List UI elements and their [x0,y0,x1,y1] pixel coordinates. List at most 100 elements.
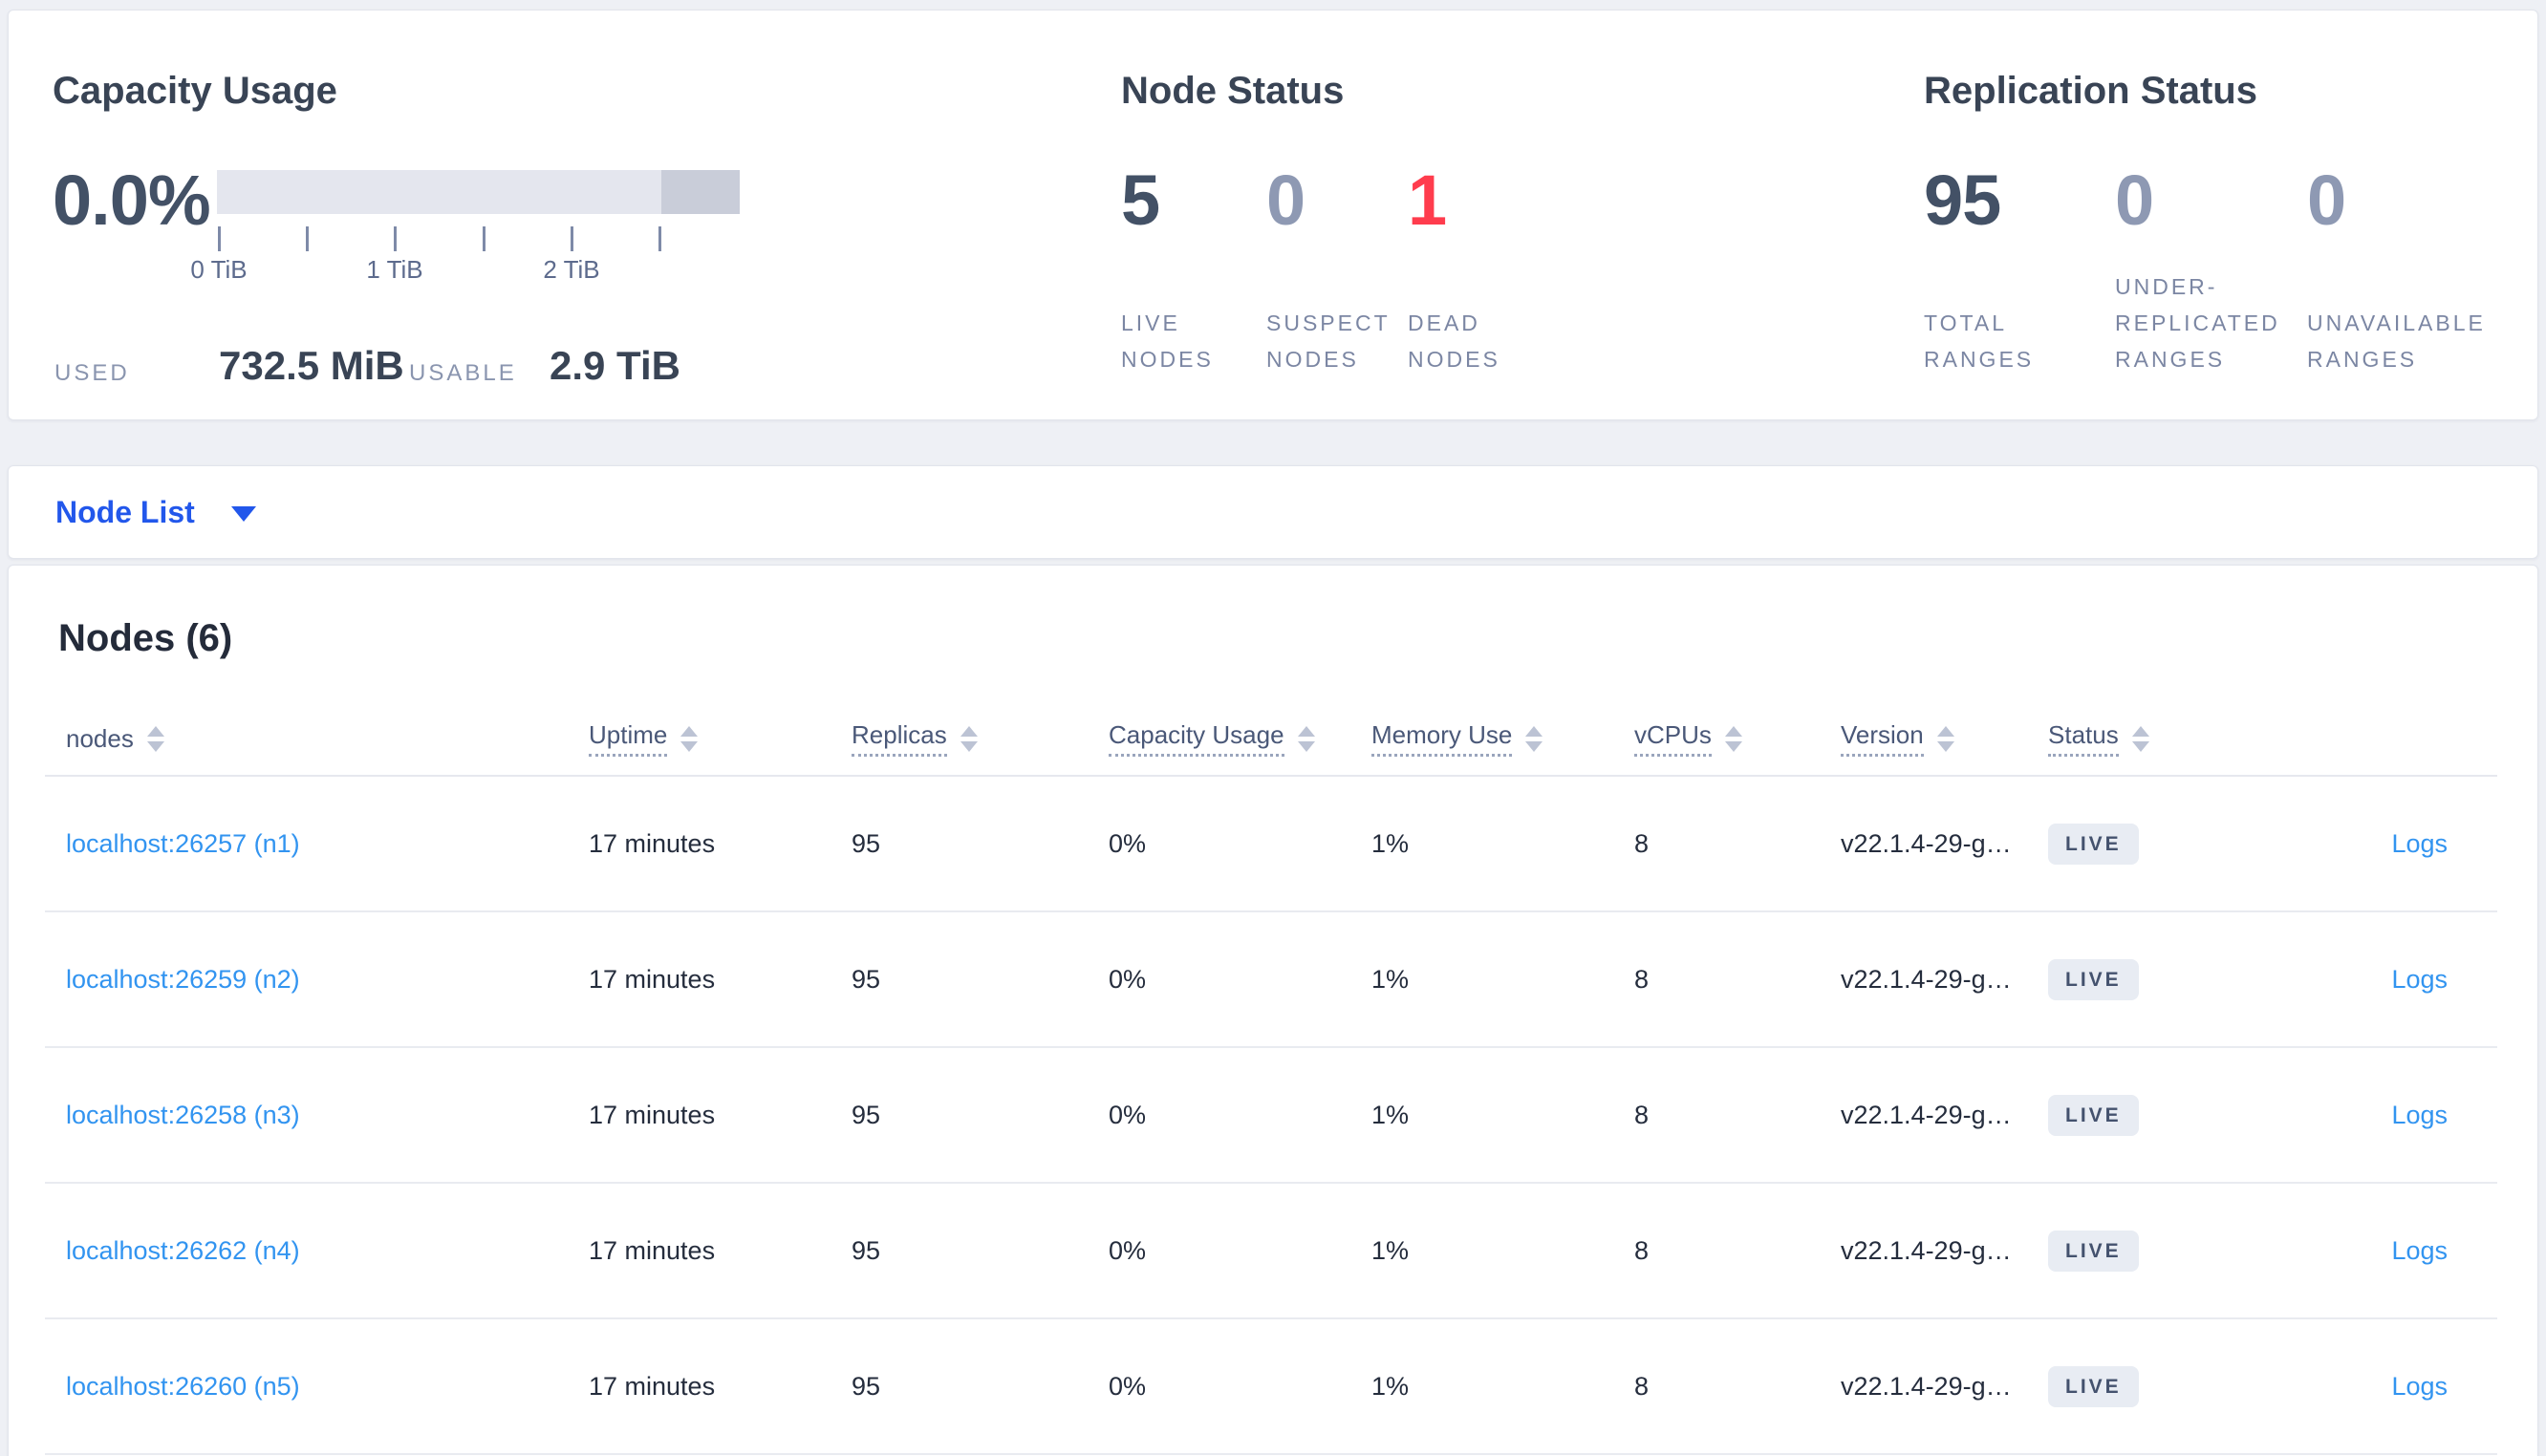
status-badge: LIVE [2048,958,2139,1000]
under-replicated-ranges-count: 0 [2115,161,2154,240]
status-badge: LIVE [2048,1230,2139,1272]
cluster-overview-page: Capacity Usage 0.0% 0 TiB 1 TiB 2 TiB US… [0,0,2546,1456]
vcpus-cell: 8 [1634,1371,1650,1401]
table-row: localhost:26257 (n1) 17 minutes 95 0% 1%… [45,777,2497,912]
column-header-nodes[interactable]: nodes [45,725,589,753]
replicas-cell: 95 [852,828,881,858]
dead-nodes-label: DEAD NODES [1408,310,1500,372]
capacity-cell: 0% [1109,828,1147,858]
capacity-scale-tick [483,226,485,251]
uptime-cell: 17 minutes [589,828,716,858]
column-header-replicas[interactable]: Replicas [852,721,1109,758]
nodes-table: nodes Uptime Replicas Capacity Usage Mem… [45,703,2497,1455]
vcpus-cell: 8 [1634,828,1650,858]
node-link[interactable]: localhost:26260 (n5) [66,1372,300,1402]
table-row: localhost:26262 (n4) 17 minutes 95 0% 1%… [45,1184,2497,1319]
replicas-cell: 95 [852,1371,881,1401]
capacity-used-label: USED [54,360,130,386]
memory-cell: 1% [1371,828,1410,858]
capacity-cell: 0% [1109,1235,1147,1265]
version-cell: v22.1.4-29-g… [1841,964,2012,994]
sort-icon[interactable] [146,726,164,752]
capacity-tick-label-2: 2 TiB [543,255,600,284]
status-badge: LIVE [2048,823,2139,865]
column-header-vcpus[interactable]: vCPUs [1634,721,1841,758]
dead-nodes-count: 1 [1408,161,1447,240]
unavailable-ranges-count: 0 [2307,161,2346,240]
capacity-usable-value: 2.9 TiB [550,343,680,388]
capacity-scale-tick [571,226,573,251]
uptime-cell: 17 minutes [589,964,716,994]
capacity-cell: 0% [1109,1100,1147,1129]
table-row: localhost:26258 (n3) 17 minutes 95 0% 1%… [45,1048,2497,1184]
column-header-capacity-usage[interactable]: Capacity Usage [1109,721,1371,758]
suspect-nodes-label: SUSPECT NODES [1266,310,1391,372]
column-header-uptime[interactable]: Uptime [589,721,852,758]
status-badge: LIVE [2048,1365,2139,1407]
chevron-down-icon [230,506,256,522]
version-cell: v22.1.4-29-g… [1841,1371,2012,1401]
capacity-tick-label-1: 1 TiB [366,255,423,284]
uptime-cell: 17 minutes [589,1235,716,1265]
capacity-cell: 0% [1109,1371,1147,1401]
logs-link[interactable]: Logs [2391,829,2448,859]
node-link[interactable]: localhost:26262 (n4) [66,1236,300,1266]
capacity-scale-tick [218,226,221,251]
unavailable-ranges-label: UNAVAILABLE RANGES [2307,310,2486,372]
node-link[interactable]: localhost:26258 (n3) [66,1101,300,1130]
table-row: localhost:26259 (n2) 17 minutes 95 0% 1%… [45,912,2497,1048]
column-header-memory-use[interactable]: Memory Use [1371,721,1634,758]
node-status-title: Node Status [1121,70,1345,112]
total-ranges-count: 95 [1924,161,2001,240]
capacity-gauge-bar [217,170,740,214]
uptime-cell: 17 minutes [589,1371,716,1401]
logs-link[interactable]: Logs [2391,1101,2448,1130]
capacity-usable-label: USABLE [409,360,517,386]
replicas-cell: 95 [852,1235,881,1265]
column-header-status[interactable]: Status [2048,721,2258,758]
capacity-tick-label-0: 0 TiB [190,255,248,284]
memory-cell: 1% [1371,964,1410,994]
memory-cell: 1% [1371,1100,1410,1129]
sort-icon[interactable] [1936,726,1954,752]
memory-cell: 1% [1371,1235,1410,1265]
capacity-scale-tick [306,226,309,251]
nodes-section-title: Nodes (6) [58,617,233,659]
cluster-summary-card: Capacity Usage 0.0% 0 TiB 1 TiB 2 TiB US… [8,10,2538,420]
sort-icon[interactable] [1724,726,1742,752]
live-nodes-label: LIVE NODES [1121,310,1214,372]
node-list-dropdown-label: Node List [55,495,195,529]
table-row: localhost:26260 (n5) 17 minutes 95 0% 1%… [45,1319,2497,1455]
capacity-gauge-tail [661,170,740,214]
sort-icon[interactable] [680,726,699,752]
replication-status-title: Replication Status [1924,70,2257,112]
suspect-nodes-count: 0 [1266,161,1305,240]
node-list-card: Nodes (6) nodes Uptime Replicas Capacity… [8,565,2538,1456]
version-cell: v22.1.4-29-g… [1841,1100,2012,1129]
version-cell: v22.1.4-29-g… [1841,1235,2012,1265]
node-link[interactable]: localhost:26257 (n1) [66,829,300,859]
node-link[interactable]: localhost:26259 (n2) [66,965,300,995]
sort-icon[interactable] [1297,726,1315,752]
total-ranges-label: TOTAL RANGES [1924,310,2035,372]
logs-link[interactable]: Logs [2391,1236,2448,1266]
sort-icon[interactable] [960,726,978,752]
vcpus-cell: 8 [1634,1100,1650,1129]
logs-link[interactable]: Logs [2391,1372,2448,1402]
version-cell: v22.1.4-29-g… [1841,828,2012,858]
vcpus-cell: 8 [1634,964,1650,994]
live-nodes-count: 5 [1121,161,1160,240]
memory-cell: 1% [1371,1371,1410,1401]
capacity-scale-tick [394,226,397,251]
view-selector-card: Node List [8,465,2538,559]
column-header-version[interactable]: Version [1841,721,2048,758]
status-badge: LIVE [2048,1094,2139,1136]
sort-icon[interactable] [2131,726,2149,752]
vcpus-cell: 8 [1634,1235,1650,1265]
replicas-cell: 95 [852,964,881,994]
nodes-table-header-row: nodes Uptime Replicas Capacity Usage Mem… [45,703,2497,777]
capacity-cell: 0% [1109,964,1147,994]
node-list-dropdown[interactable]: Node List [55,466,256,558]
sort-icon[interactable] [1525,726,1543,752]
logs-link[interactable]: Logs [2391,965,2448,995]
